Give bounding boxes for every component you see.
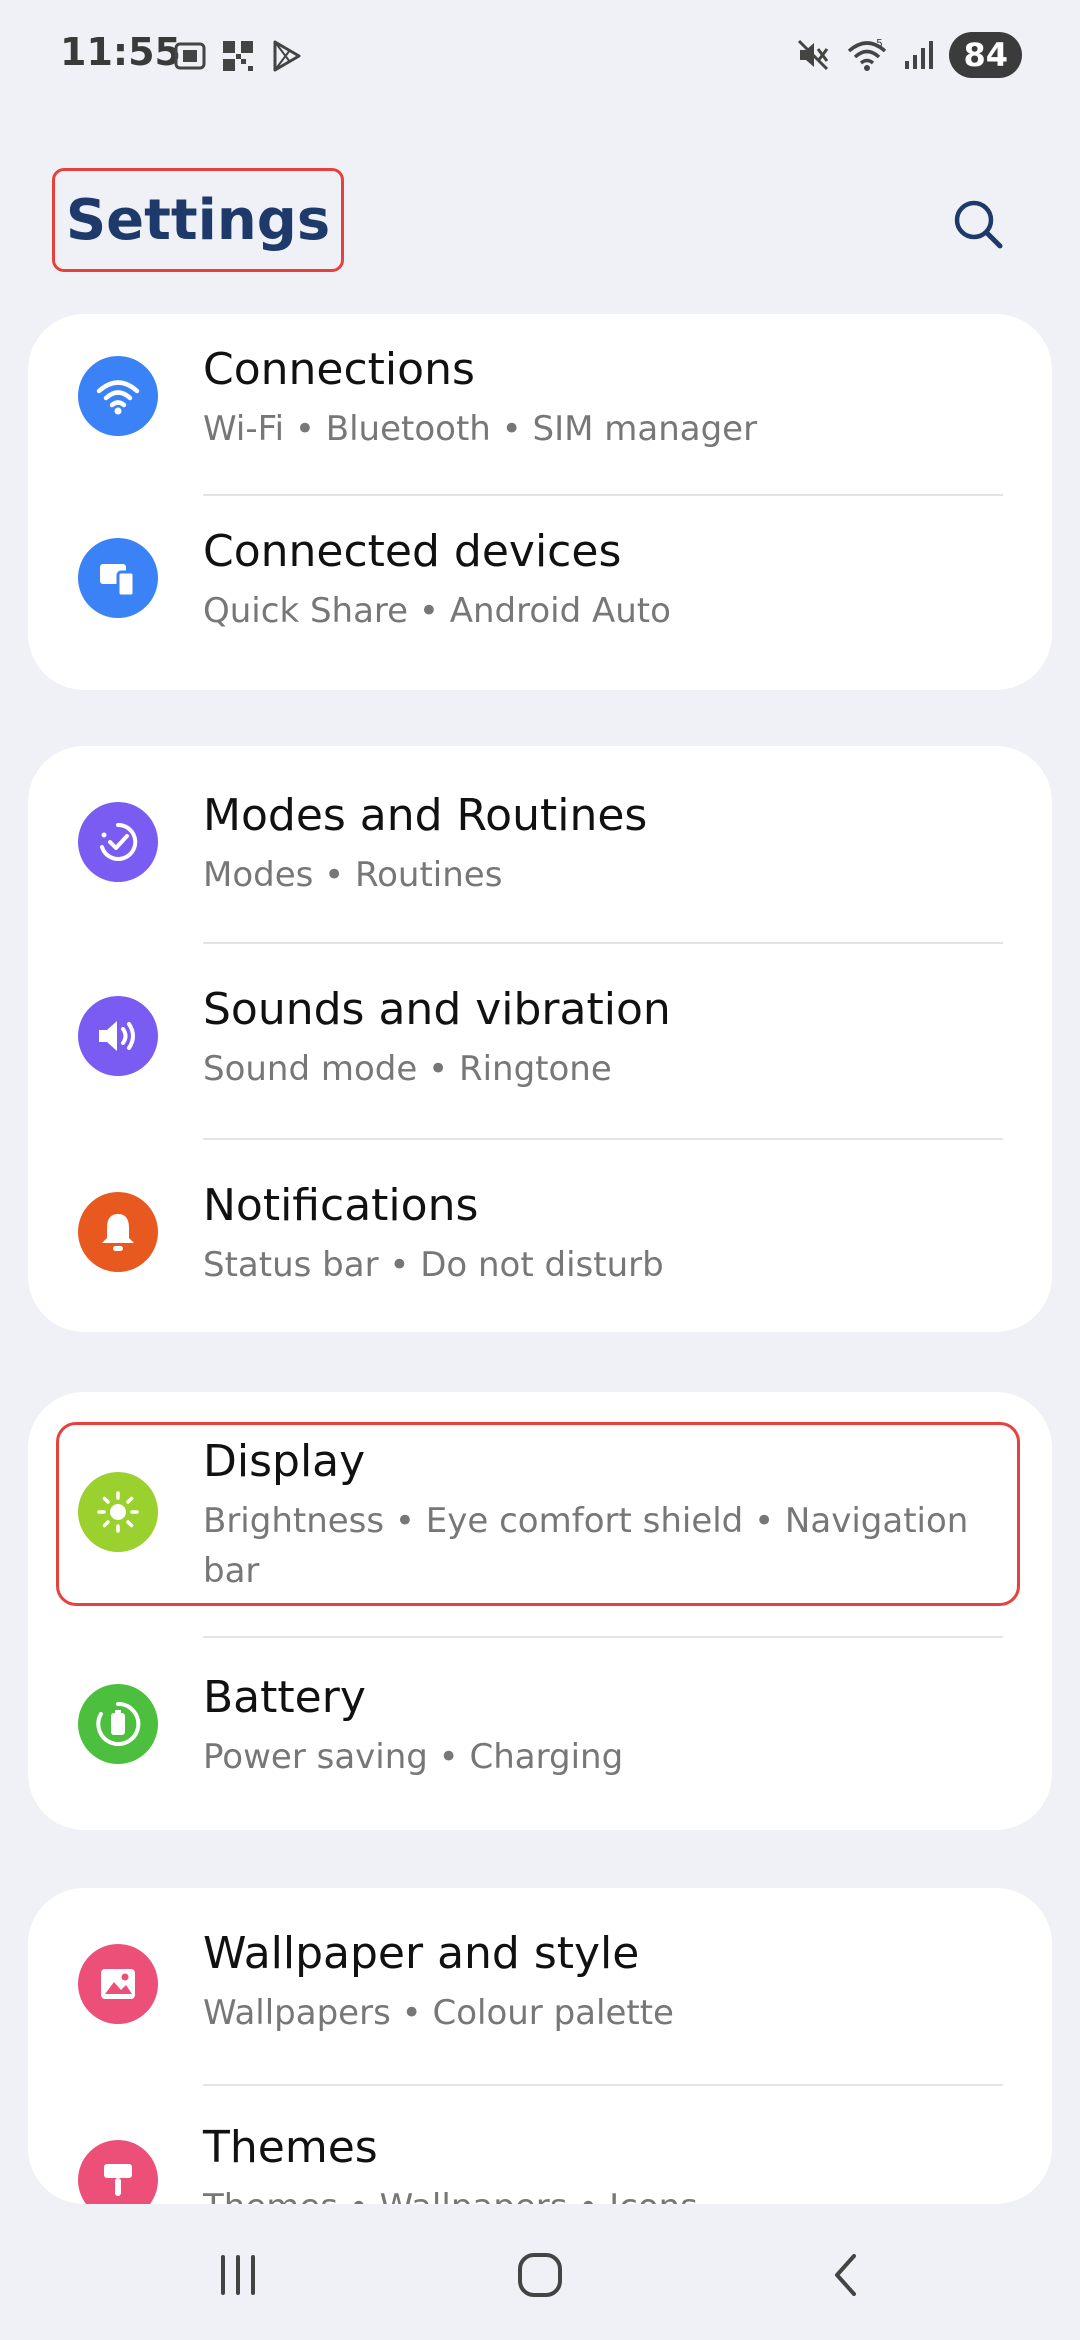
speaker-icon [78, 996, 158, 1076]
status-left-icons [172, 38, 304, 74]
item-subtitle: Sound mode • Ringtone [203, 1049, 612, 1089]
devices-icon [78, 538, 158, 618]
themes-icon [78, 2140, 158, 2204]
item-title: Sounds and vibration [203, 984, 671, 1035]
qr-icon [223, 41, 253, 71]
settings-item-connections[interactable]: Connections Wi-Fi • Bluetooth • SIM mana… [28, 314, 1052, 498]
status-bar: 11:55 5 84 [0, 0, 1080, 110]
wifi-icon [78, 356, 158, 436]
item-title: Themes [203, 2122, 378, 2173]
item-subtitle: Wi-Fi • Bluetooth • SIM manager [203, 409, 758, 449]
divider [203, 494, 1003, 496]
play-store-icon [273, 40, 301, 72]
battery-icon [78, 1684, 158, 1764]
home-button[interactable] [500, 2240, 580, 2310]
settings-item-connected-devices[interactable]: Connected devices Quick Share • Android … [28, 498, 1052, 690]
settings-card-display-battery: Display Brightness • Eye comfort shield … [28, 1392, 1052, 1830]
item-title: Battery [203, 1672, 366, 1723]
navigation-bar [0, 2210, 1080, 2340]
settings-item-notifications[interactable]: Notifications Status bar • Do not distur… [28, 1140, 1052, 1332]
svg-text:5: 5 [876, 37, 883, 50]
item-title: Notifications [203, 1180, 479, 1231]
item-subtitle: Brightness • Eye comfort shield • Naviga… [203, 1501, 969, 1591]
settings-item-display[interactable]: Display Brightness • Eye comfort shield … [28, 1392, 1052, 1636]
signal-icon [905, 41, 934, 69]
item-title: Connected devices [203, 526, 622, 577]
screenshot-icon [174, 42, 206, 70]
item-subtitle: Power saving • Charging [203, 1737, 624, 1777]
mute-icon [798, 39, 829, 71]
bell-icon [78, 1192, 158, 1272]
item-subtitle: Wallpapers • Colour palette [203, 1993, 674, 2033]
routines-icon [78, 802, 158, 882]
settings-item-sounds-vibration[interactable]: Sounds and vibration Sound mode • Ringto… [28, 944, 1052, 1138]
status-right-icons: 5 84 [795, 32, 1022, 78]
sun-icon [78, 1472, 158, 1552]
home-icon [518, 2253, 562, 2297]
item-subtitle: Status bar • Do not disturb [203, 1245, 664, 1285]
settings-card-wallpaper-themes: Wallpaper and style Wallpapers • Colour … [28, 1888, 1052, 2204]
status-time: 11:55 [60, 30, 181, 74]
item-title: Modes and Routines [203, 790, 648, 841]
wifi-icon: 5 [848, 37, 887, 71]
settings-card-modes-sounds: Modes and Routines Modes • Routines Soun… [28, 746, 1052, 1332]
settings-item-modes-routines[interactable]: Modes and Routines Modes • Routines [28, 746, 1052, 942]
item-subtitle: Themes • Wallpapers • Icons [203, 2182, 1003, 2204]
recents-icon [221, 2255, 255, 2295]
back-icon [835, 2254, 856, 2296]
search-button[interactable] [950, 196, 1006, 252]
item-title: Connections [203, 344, 475, 395]
item-title: Display [203, 1436, 366, 1487]
wallpaper-icon [78, 1944, 158, 2024]
search-icon [954, 200, 1003, 249]
settings-item-battery[interactable]: Battery Power saving • Charging [28, 1638, 1052, 1830]
item-subtitle: Modes • Routines [203, 855, 503, 895]
settings-card-connectivity: Connections Wi-Fi • Bluetooth • SIM mana… [28, 314, 1052, 690]
item-title: Wallpaper and style [203, 1928, 640, 1979]
page-title: Settings [52, 168, 344, 272]
battery-indicator: 84 [949, 32, 1022, 78]
back-button[interactable] [806, 2240, 886, 2310]
settings-item-wallpaper-style[interactable]: Wallpaper and style Wallpapers • Colour … [28, 1888, 1052, 2084]
recents-button[interactable] [198, 2240, 278, 2310]
settings-item-themes[interactable]: Themes Themes • Wallpapers • Icons [28, 2086, 1052, 2204]
item-subtitle: Quick Share • Android Auto [203, 591, 671, 631]
